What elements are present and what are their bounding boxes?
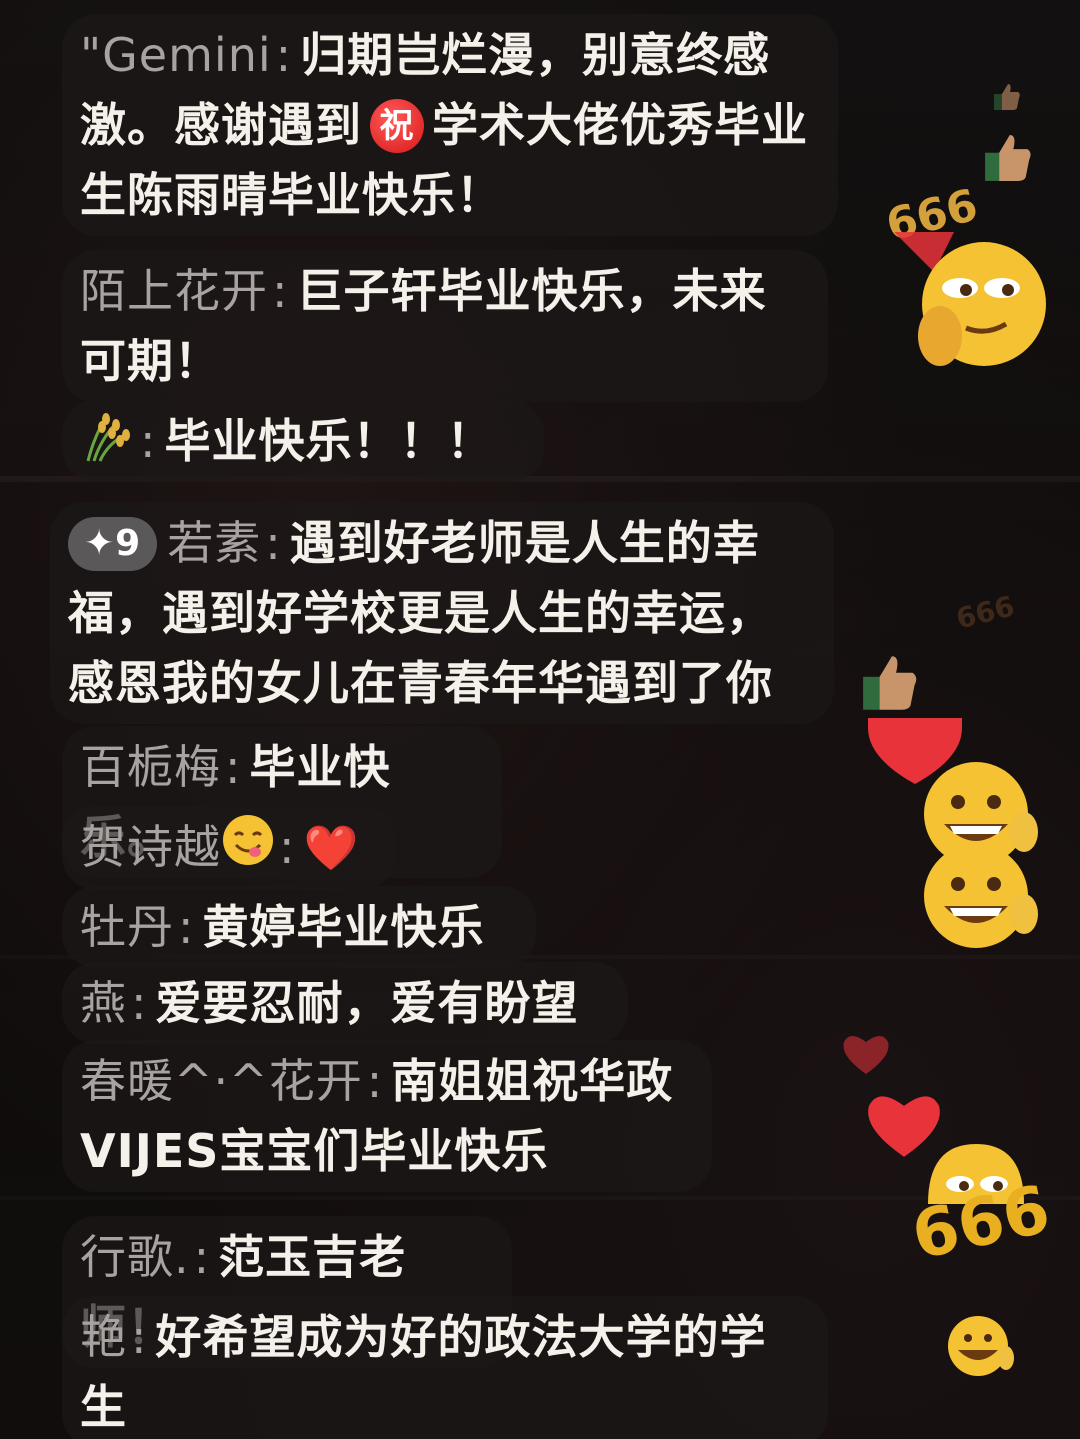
thumbs-up-icon (863, 656, 917, 710)
name-separator: : (279, 820, 296, 874)
comment-text: VIJES宝宝们毕业快乐 (80, 1124, 549, 1178)
comment-text: 黄婷毕业快乐 (202, 900, 485, 954)
commenter-name: 百栀梅 (80, 740, 221, 794)
chat-comment: 春暖^·^花开: 南姐姐祝华政 VIJES宝宝们毕业快乐 (62, 1040, 712, 1192)
name-separator: : (275, 28, 293, 82)
fan-level-badge: ✦9 (68, 517, 158, 571)
chat-comment: 陌上花开: 巨子轩毕业快乐，未来可期！ (62, 250, 828, 402)
name-separator: : (140, 414, 157, 468)
name-separator: : (272, 264, 289, 318)
commenter-name: 燕 (80, 976, 127, 1030)
heart-icon (843, 1036, 889, 1074)
name-separator: : (265, 516, 282, 570)
comment-text: 生 (80, 1380, 127, 1434)
chat-comment: 燕: 爱要忍耐，爱有盼望 (62, 962, 628, 1044)
name-separator: : (225, 740, 242, 794)
chat-comment: 贺诗越 : ❤️ (62, 806, 396, 890)
chat-comment: 艳: 好希望成为好的政法大学的学生 (62, 1296, 828, 1439)
name-separator: : (131, 1310, 148, 1364)
commenter-name: 行歌. (80, 1230, 190, 1284)
thumbs-up-icon (994, 84, 1020, 110)
rice-icon (86, 413, 130, 462)
name-separator: : (178, 900, 195, 954)
smirk-face-icon (894, 232, 1046, 366)
commenter-name: 艳 (80, 1310, 127, 1364)
comment-text: 好希望成为好的政法大学的学 (155, 1310, 767, 1364)
blessing-badge-icon: 祝 (370, 99, 424, 153)
name-separator: : (193, 1230, 211, 1284)
chat-comment: "Gemini: 归期岂烂漫，别意终感激。感谢遇到祝学术大佬优秀毕业生陈雨晴毕业快… (62, 14, 838, 236)
name-separator: : (366, 1054, 384, 1108)
commenter-name: 陌上花开 (80, 264, 268, 318)
commenter-name: 若素 (167, 516, 262, 570)
grin-face-icon (948, 1316, 1014, 1376)
commenter-name: 贺诗越 (80, 820, 221, 874)
grin-face-icon (924, 844, 1038, 948)
chat-comment: 牡丹: 黄婷毕业快乐 (62, 886, 536, 968)
name-separator: : (131, 976, 148, 1030)
thumbs-up-icon (985, 135, 1031, 181)
chat-comment: : 毕业快乐！！！ (62, 400, 544, 482)
commenter-name: 牡丹 (80, 900, 174, 954)
commenter-name: "Gemini (80, 28, 272, 82)
chat-comment: ✦9 若素: 遇到好老师是人生的幸福，遇到好学校更是人生的幸运，感恩我的女儿在青春年… (50, 502, 834, 724)
comment-text: 南姐姐祝华政 (391, 1054, 674, 1108)
comment-text: 爱要忍耐，爱有盼望 (155, 976, 579, 1030)
commenter-name: 春暖^·^花开 (80, 1054, 363, 1108)
comment-text: 毕业快乐！！！ (164, 414, 494, 468)
heart-icon: ❤️ (303, 823, 360, 874)
yum-face-icon (223, 815, 273, 865)
